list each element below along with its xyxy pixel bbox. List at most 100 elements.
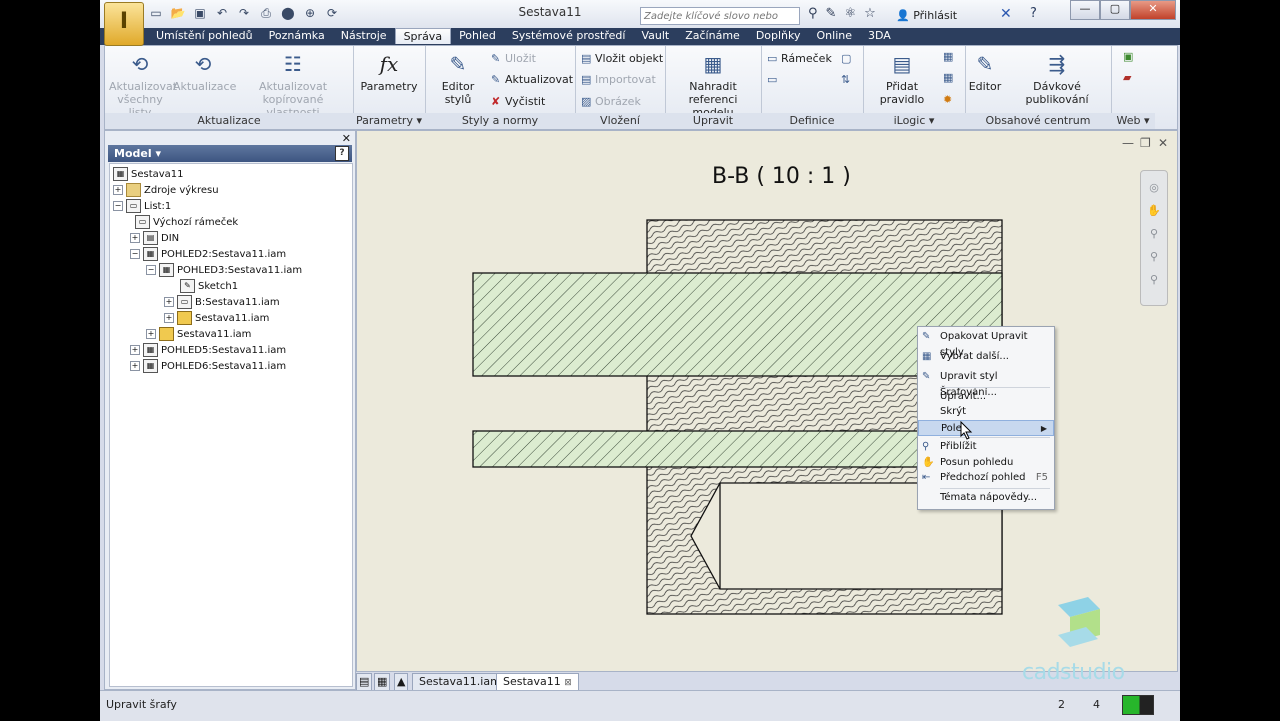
ilogic-forms-button[interactable]: ▦ [943,71,957,84]
tree-node-b-sestava[interactable]: + ▭ B:Sestava11.iam [164,295,280,309]
tab-systemove-prostredi[interactable]: Systémové prostředí [504,28,634,44]
tree-node-pohled3[interactable]: − ▦ POHLED3:Sestava11.iam [146,263,302,277]
sketch-symbol-button[interactable]: ▢ [841,52,855,65]
menu-item-previous-view[interactable]: ⇤ Předchozí pohled F5 [918,470,1054,486]
tab-menu-icon[interactable]: ▲ [394,673,409,691]
add-rule-icon: ▤ [892,52,912,76]
purge-styles-button[interactable]: ✘ Vyčistit [491,95,545,108]
tile-icon[interactable]: ▤ [356,673,373,691]
panel-styly: ✎ Editor stylů ✎ Uložit ✎ Aktualizovat ✘ Vy… [425,46,576,129]
update-all-sheets-button[interactable]: ⟲ Aktualizovat všechny listy [109,50,177,119]
menu-item-field[interactable]: Pole ▶ [918,420,1054,436]
panel-title-parametry[interactable]: Parametry ▾ [353,113,425,129]
ilogic-browser-icon: ▦ [943,50,954,63]
style-editor-button[interactable]: ✎ Editor stylů [427,50,489,106]
menu-item-zoom[interactable]: ⚲ Přiblížit [918,439,1054,455]
tools-icon[interactable]: ✎ [826,6,837,21]
tree-node-pohled5[interactable]: + ▦ POHLED5:Sestava11.iam [130,343,286,357]
menu-item-edit-hatch-style[interactable]: ✎ Upravit styl Šrafování... [918,369,1054,398]
doc-tab-drawing[interactable]: Sestava11 ⊠ [496,673,579,691]
sort-button[interactable]: ⇅ [841,73,855,86]
update-styles-button[interactable]: ✎ Aktualizovat [491,73,573,86]
doc-minimize-icon[interactable]: — [1122,136,1134,150]
binoculars-icon[interactable]: ⚲ [808,6,818,21]
tab-3da[interactable]: 3DA [860,28,899,44]
doc-close-icon[interactable]: ✕ [1158,136,1168,150]
tab-zaciname[interactable]: Začínáme [677,28,748,44]
panel-title-web[interactable]: Web ▾ [1111,113,1155,129]
tree-node-din[interactable]: + ▤ DIN [130,231,179,245]
tree-node-root[interactable]: ▦ Sestava11 [113,167,184,181]
cascade-icon[interactable]: ▦ [374,673,391,691]
zoom-window-icon[interactable]: ⚲ [1141,250,1167,263]
menu-item-pan[interactable]: ✋ Posun pohledu [918,455,1054,471]
web-eraser-button[interactable]: ▰ [1123,71,1137,84]
tab-doplnky[interactable]: Doplňky [748,28,809,44]
login-button[interactable]: 👤 Přihlásit [896,9,957,22]
close-button[interactable]: ✕ [1130,0,1176,20]
tab-pohled[interactable]: Pohled [451,28,504,44]
tree-node-drawing-resources[interactable]: + Zdroje výkresu [113,183,219,197]
tree-node-pohled2[interactable]: − ▦ POHLED2:Sestava11.iam [130,247,286,261]
replace-model-reference-button[interactable]: ▦ Nahradit referenci modelu [669,50,757,119]
maximize-button[interactable]: ▢ [1100,0,1130,20]
pan-icon: ✋ [922,457,935,468]
save-styles-button[interactable]: ✎ Uložit [491,52,536,65]
watermark-text: cadstudio [1022,660,1125,685]
menu-item-repeat-edit-styles[interactable]: ✎ Opakovat Upravit styly [918,329,1054,358]
application-menu-button[interactable]: I [104,2,144,46]
help-icon[interactable]: ? [335,146,349,161]
batch-publish-button[interactable]: ⇶ Dávkové publikování [1005,50,1109,106]
title-block-button[interactable]: ▭ [767,73,781,86]
ilogic-browser-button[interactable]: ▦ [943,50,957,63]
pan-icon[interactable]: ✋ [1141,204,1167,217]
zoom-icon[interactable]: ⚲ [1141,227,1167,240]
network-icon[interactable]: ⚛ [844,6,856,21]
update-copied-properties-button[interactable]: ☷ Aktualizovat kopírované vlastnosti [235,50,351,119]
favorites-icon[interactable]: ☆ [864,6,876,21]
steering-wheel-icon[interactable]: ◎ [1141,181,1167,194]
doc-restore-icon[interactable]: ❐ [1140,136,1151,150]
tab-vault[interactable]: Vault [633,28,677,44]
menu-item-help-topics[interactable]: Témata nápovědy... [918,490,1054,506]
tab-online[interactable]: Online [809,28,860,44]
panel-web: ▣ ▰ Web ▾ [1111,46,1155,129]
menu-item-hide[interactable]: Skrýt [918,404,1054,420]
search-input[interactable]: Zadejte klíčové slovo nebo výraz. [640,7,800,40]
parameters-button[interactable]: fx Parametry [357,50,421,93]
panel-title-upravit: Upravit [665,113,761,129]
browser-close-icon[interactable]: ✕ [342,132,351,145]
menu-item-select-other[interactable]: ▦ Vybrat další... [918,349,1054,365]
tab-nastroje[interactable]: Nástroje [333,28,395,44]
minimize-button[interactable]: — [1070,0,1100,20]
exchange-icon[interactable]: ✕ [1000,6,1012,22]
editor-icon: ✎ [976,52,994,76]
tab-umisteni-pohledu[interactable]: Umístění pohledů [148,28,261,44]
menu-item-edit[interactable]: Upravit... [918,389,1054,405]
zoom-all-icon[interactable]: ⚲ [1141,273,1167,286]
update-button[interactable]: ⟲ Aktualizace [173,50,236,93]
import-button[interactable]: ▤ Importovat [581,73,656,86]
add-rule-button[interactable]: ▤ Přidat pravidlo [865,50,939,106]
image-button[interactable]: ▨ Obrázek [581,95,641,108]
help-icon[interactable]: ? [1030,6,1037,21]
tab-poznamka[interactable]: Poznámka [261,28,333,44]
frame-button[interactable]: ▭ Rámeček [767,52,832,65]
tree-node-sketch1[interactable]: ✎ Sketch1 [180,279,238,293]
tree-node-sestava[interactable]: + Sestava11.iam [146,327,251,341]
tree-node-pohled6[interactable]: + ▦ POHLED6:Sestava11.iam [130,359,286,373]
ilogic-settings-button[interactable]: ✹ [943,93,957,106]
doc-tab-assembly[interactable]: Sestava11.iam [412,673,508,691]
section-label[interactable]: B-B ( 10 : 1 ) [712,164,851,189]
cc-editor-button[interactable]: ✎ Editor [967,50,1003,93]
insert-object-button[interactable]: ▤ Vložit objekt [581,52,663,65]
tree-node-sheet[interactable]: − ▭ List:1 [113,199,171,213]
panel-title-ilogic[interactable]: iLogic ▾ [863,113,965,129]
web-open-button[interactable]: ▣ [1123,50,1137,63]
panel-upravit: ▦ Nahradit referenci modelu Upravit [665,46,762,129]
tree-node-sestava-sub[interactable]: + Sestava11.iam [164,311,269,325]
browser-header[interactable]: Model ▾ ? [108,145,352,162]
tree-node-default-frame[interactable]: ▭ Výchozí rámeček [135,215,238,229]
lower-green-part[interactable] [472,430,919,468]
tab-sprava[interactable]: Správa [394,28,452,44]
